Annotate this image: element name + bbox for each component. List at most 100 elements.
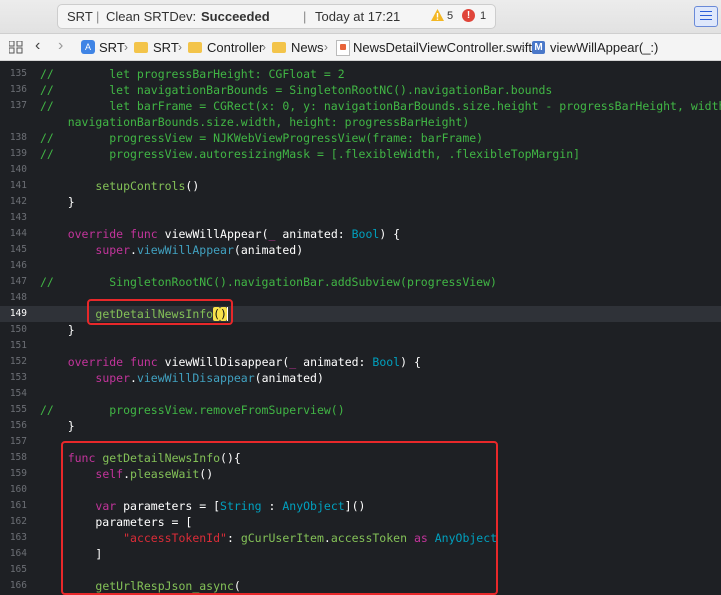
code-text: super.viewWillAppear(animated) xyxy=(95,243,304,257)
forward-arrow-icon[interactable]: › xyxy=(58,37,63,55)
code-line[interactable]: 140 xyxy=(0,162,721,178)
line-number: 166 xyxy=(9,580,27,591)
editor-toggle-icon[interactable] xyxy=(694,6,718,27)
code-line[interactable]: 137 // let barFrame = CGRect(x: 0, y: nav… xyxy=(0,98,721,114)
line-number: 137 xyxy=(9,100,27,111)
code-text: // let barFrame = CGRect(x: 0, y: naviga… xyxy=(40,99,721,113)
highlight-box-function xyxy=(61,441,498,595)
code-text: } xyxy=(40,195,75,209)
activity-status-bar[interactable]: SRT | Clean SRTDev: Succeeded | Today at… xyxy=(57,4,496,29)
code-line[interactable]: navigationBarBounds.size.width, height: … xyxy=(0,114,721,130)
line-number: 139 xyxy=(9,148,27,159)
build-time: Today at 17:21 xyxy=(315,9,401,24)
line-number: 135 xyxy=(9,68,27,79)
code-line[interactable]: 145 super.viewWillAppear(animated) xyxy=(0,242,721,258)
line-number: 146 xyxy=(9,260,27,271)
line-number: 143 xyxy=(9,212,27,223)
line-number: 158 xyxy=(9,452,27,463)
scheme-name: SRT xyxy=(67,9,93,24)
line-number: 155 xyxy=(9,404,27,415)
line-number: 140 xyxy=(9,164,27,175)
jump-bar: ‹ › A SRT › SRT › Controller › News › Ne… xyxy=(0,34,721,61)
error-count: 1 xyxy=(480,10,487,22)
code-text: // let navigationBarBounds = SingletonRo… xyxy=(40,83,553,97)
code-line[interactable]: 135 // let progressBarHeight: CGFloat = 2 xyxy=(0,66,721,82)
line-number: 142 xyxy=(9,196,27,207)
line-number: 153 xyxy=(9,372,27,383)
line-number: 148 xyxy=(9,292,27,303)
related-items-icon[interactable] xyxy=(9,41,23,54)
line-number: 163 xyxy=(9,532,27,543)
project-icon: A xyxy=(81,40,95,54)
code-text: navigationBarBounds.size.width, height: … xyxy=(40,115,470,129)
code-line[interactable]: 146 xyxy=(0,258,721,274)
code-text: override func viewWillAppear(_ animated:… xyxy=(67,227,401,241)
code-line[interactable]: 155 // progressView.removeFromSuperview() xyxy=(0,402,721,418)
line-number: 147 xyxy=(9,276,27,287)
code-text: setupControls() xyxy=(95,179,200,193)
code-line[interactable]: 153 super.viewWillDisappear(animated) xyxy=(0,370,721,386)
jump-folder-controller[interactable]: Controller xyxy=(207,40,263,55)
error-icon[interactable]: ! xyxy=(462,9,475,22)
code-text: // progressView.removeFromSuperview() xyxy=(40,403,345,417)
code-line[interactable]: 141 setupControls() xyxy=(0,178,721,194)
build-result: Succeeded xyxy=(201,9,270,24)
line-number: 145 xyxy=(9,244,27,255)
code-text: // progressView.autoresizingMask = [.fle… xyxy=(40,147,581,161)
code-text: } xyxy=(40,323,75,337)
chevron-right-icon: › xyxy=(324,40,328,54)
line-number: 138 xyxy=(9,132,27,143)
code-line[interactable]: 144 override func viewWillAppear(_ anima… xyxy=(0,226,721,242)
line-number: 149 xyxy=(9,308,27,319)
line-number: 136 xyxy=(9,84,27,95)
code-text: } xyxy=(40,419,75,433)
code-text: // SingletonRootNC().navigationBar.addSu… xyxy=(40,275,497,289)
chevron-right-icon: › xyxy=(124,40,128,54)
line-number: 151 xyxy=(9,340,27,351)
line-number: 159 xyxy=(9,468,27,479)
line-number: 157 xyxy=(9,436,27,447)
chevron-right-icon: › xyxy=(178,40,182,54)
code-line[interactable]: 156 } xyxy=(0,418,721,434)
code-line[interactable]: 142 } xyxy=(0,194,721,210)
jump-group[interactable]: SRT xyxy=(153,40,179,55)
line-number: 161 xyxy=(9,500,27,511)
jump-folder-news[interactable]: News xyxy=(291,40,324,55)
separator: | xyxy=(96,9,100,24)
chevron-right-icon: › xyxy=(521,40,525,54)
jump-method[interactable]: viewWillAppear(_:) xyxy=(550,40,658,55)
code-line[interactable]: 147 // SingletonRootNC().navigationBar.ad… xyxy=(0,274,721,290)
line-number: 165 xyxy=(9,564,27,575)
jump-file[interactable]: NewsDetailViewController.swift xyxy=(353,40,532,55)
toolbar: SRT | Clean SRTDev: Succeeded | Today at… xyxy=(0,0,721,34)
source-editor[interactable]: 135 // let progressBarHeight: CGFloat = 2… xyxy=(0,61,721,595)
folder-icon xyxy=(188,42,202,53)
code-line[interactable]: 152 override func viewWillDisappear(_ an… xyxy=(0,354,721,370)
build-action: Clean SRTDev: xyxy=(106,9,197,24)
code-text: override func viewWillDisappear(_ animat… xyxy=(67,355,421,369)
code-text: // progressView = NJKWebViewProgressView… xyxy=(40,131,484,145)
swift-file-icon xyxy=(336,40,350,56)
line-number: 162 xyxy=(9,516,27,527)
code-text: super.viewWillDisappear(animated) xyxy=(95,371,324,385)
line-number: 154 xyxy=(9,388,27,399)
line-number: 164 xyxy=(9,548,27,559)
code-line[interactable]: 143 xyxy=(0,210,721,226)
jump-project[interactable]: SRT xyxy=(99,40,125,55)
code-line[interactable]: 151 xyxy=(0,338,721,354)
code-line[interactable]: 154 xyxy=(0,386,721,402)
highlight-box-call xyxy=(87,299,233,325)
line-number: 141 xyxy=(9,180,27,191)
method-icon: M xyxy=(532,41,545,54)
code-line[interactable]: 139 // progressView.autoresizingMask = [.… xyxy=(0,146,721,162)
code-text: // let progressBarHeight: CGFloat = 2 xyxy=(40,67,345,81)
line-number: 160 xyxy=(9,484,27,495)
folder-icon xyxy=(272,42,286,53)
warning-icon[interactable] xyxy=(430,8,445,22)
back-arrow-icon[interactable]: ‹ xyxy=(35,37,40,55)
line-number: 150 xyxy=(9,324,27,335)
separator: | xyxy=(303,9,307,24)
line-number: 156 xyxy=(9,420,27,431)
code-line[interactable]: 138 // progressView = NJKWebViewProgressV… xyxy=(0,130,721,146)
code-line[interactable]: 136 // let navigationBarBounds = Singleto… xyxy=(0,82,721,98)
